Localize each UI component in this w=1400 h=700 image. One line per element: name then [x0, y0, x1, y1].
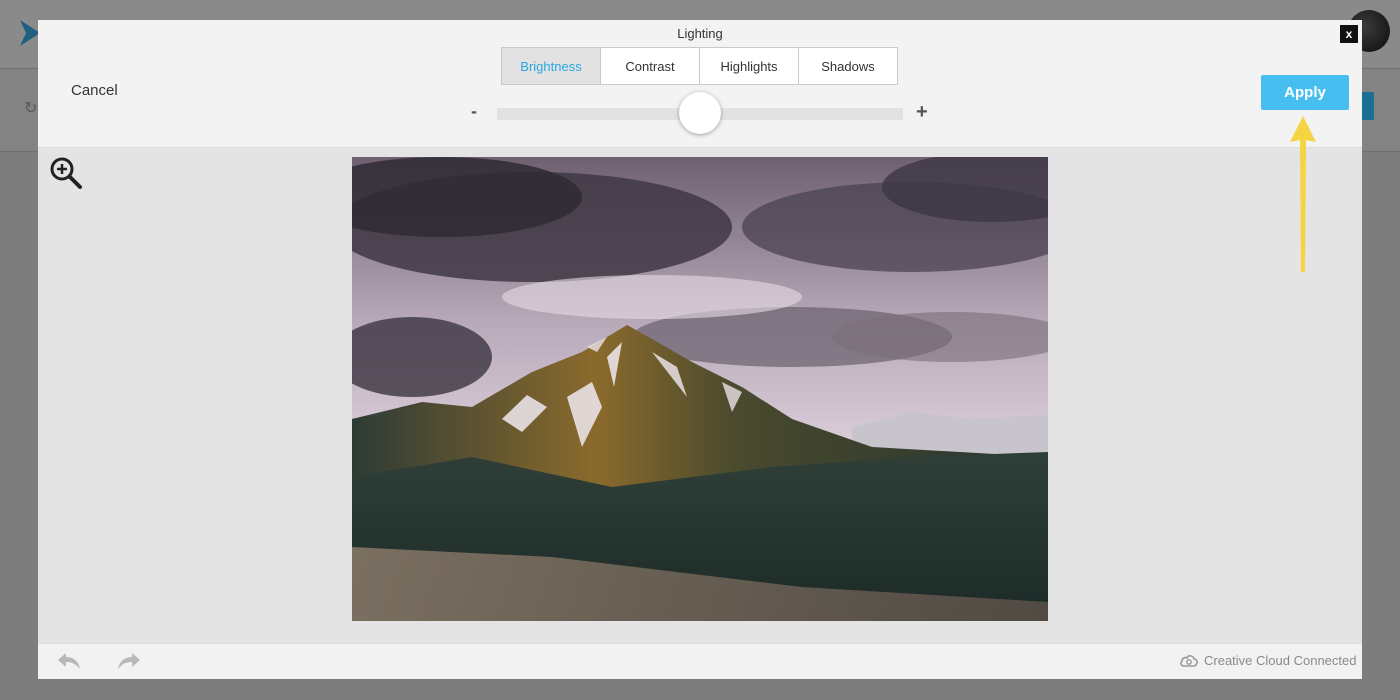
zoom-in-icon[interactable] — [49, 156, 83, 190]
brightness-slider-thumb[interactable] — [679, 92, 721, 134]
slider-decrease-button[interactable]: - — [471, 101, 477, 122]
tab-brightness[interactable]: Brightness — [501, 47, 601, 85]
creative-cloud-label: Creative Cloud Connected — [1204, 653, 1357, 668]
edited-photo — [352, 157, 1048, 621]
photo-editor-modal: x Lighting Cancel Apply Brightness Contr… — [38, 20, 1362, 679]
editor-toolbar: x Lighting Cancel Apply Brightness Contr… — [38, 20, 1362, 148]
redo-icon[interactable] — [116, 650, 142, 672]
creative-cloud-icon — [1180, 654, 1198, 667]
creative-cloud-status: Creative Cloud Connected — [1180, 653, 1356, 668]
annotation-arrow-icon — [1290, 116, 1316, 272]
apply-button[interactable]: Apply — [1261, 75, 1349, 110]
editor-footer: Creative Cloud Connected — [38, 643, 1362, 679]
slider-increase-button[interactable]: + — [916, 101, 928, 124]
close-button[interactable]: x — [1340, 25, 1358, 43]
lighting-tabs: Brightness Contrast Highlights Shadows — [501, 47, 898, 85]
refresh-icon: ↻ — [24, 100, 38, 117]
tool-title: Lighting — [677, 26, 723, 41]
cancel-button[interactable]: Cancel — [71, 82, 118, 99]
tab-shadows[interactable]: Shadows — [798, 47, 898, 85]
tab-highlights[interactable]: Highlights — [699, 47, 799, 85]
tab-contrast[interactable]: Contrast — [600, 47, 700, 85]
undo-icon[interactable] — [56, 650, 82, 672]
